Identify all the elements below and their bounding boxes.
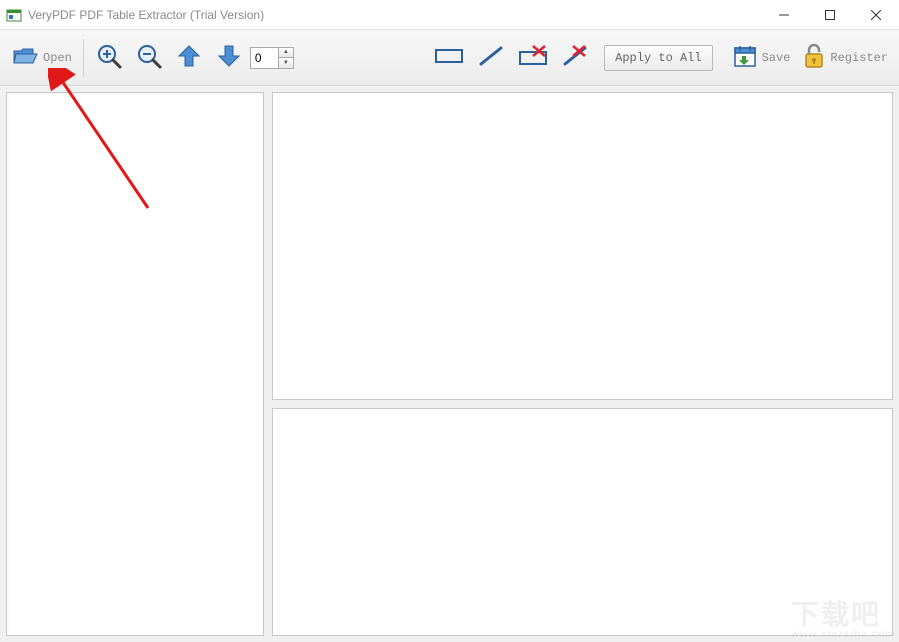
- rectangle-icon: [433, 44, 465, 72]
- draw-rectangle-button[interactable]: [428, 36, 470, 80]
- minimize-button[interactable]: [761, 0, 807, 29]
- apply-to-all-button[interactable]: Apply to All: [604, 45, 712, 71]
- app-icon: [6, 7, 22, 23]
- arrow-up-icon: [176, 43, 202, 73]
- separator: [83, 39, 84, 77]
- workspace: [0, 86, 899, 642]
- maximize-button[interactable]: [807, 0, 853, 29]
- spin-up-button[interactable]: ▲: [279, 48, 293, 59]
- previous-page-button[interactable]: [170, 36, 208, 80]
- thumbnails-pane[interactable]: [6, 92, 264, 636]
- output-preview-pane[interactable]: [272, 408, 893, 636]
- zoom-in-button[interactable]: [90, 36, 128, 80]
- line-icon: [477, 44, 505, 72]
- zoom-out-button[interactable]: [130, 36, 168, 80]
- next-page-button[interactable]: [210, 36, 248, 80]
- delete-rectangle-button[interactable]: [512, 36, 554, 80]
- apply-label: Apply to All: [615, 51, 701, 65]
- close-button[interactable]: [853, 0, 899, 29]
- save-button[interactable]: Save: [727, 36, 796, 80]
- delete-line-button[interactable]: [556, 36, 594, 80]
- draw-line-button[interactable]: [472, 36, 510, 80]
- page-view-pane[interactable]: [272, 92, 893, 400]
- page-input[interactable]: [250, 47, 278, 69]
- folder-open-icon: [11, 44, 39, 72]
- zoom-in-icon: [95, 42, 123, 74]
- open-button[interactable]: Open: [6, 36, 77, 80]
- window-title: VeryPDF PDF Table Extractor (Trial Versi…: [28, 8, 761, 22]
- spin-down-button[interactable]: ▼: [279, 58, 293, 68]
- window-controls: [761, 0, 899, 29]
- calendar-save-icon: [732, 43, 758, 73]
- delete-rectangle-icon: [517, 44, 549, 72]
- register-button[interactable]: Register: [797, 36, 893, 80]
- register-label: Register: [830, 51, 888, 65]
- arrow-down-icon: [216, 43, 242, 73]
- delete-line-icon: [561, 44, 589, 72]
- padlock-icon: [802, 43, 826, 73]
- save-label: Save: [762, 51, 791, 65]
- open-label: Open: [43, 51, 72, 65]
- zoom-out-icon: [135, 42, 163, 74]
- titlebar: VeryPDF PDF Table Extractor (Trial Versi…: [0, 0, 899, 30]
- page-spinner[interactable]: ▲ ▼: [250, 46, 294, 70]
- toolbar: Open: [0, 30, 899, 86]
